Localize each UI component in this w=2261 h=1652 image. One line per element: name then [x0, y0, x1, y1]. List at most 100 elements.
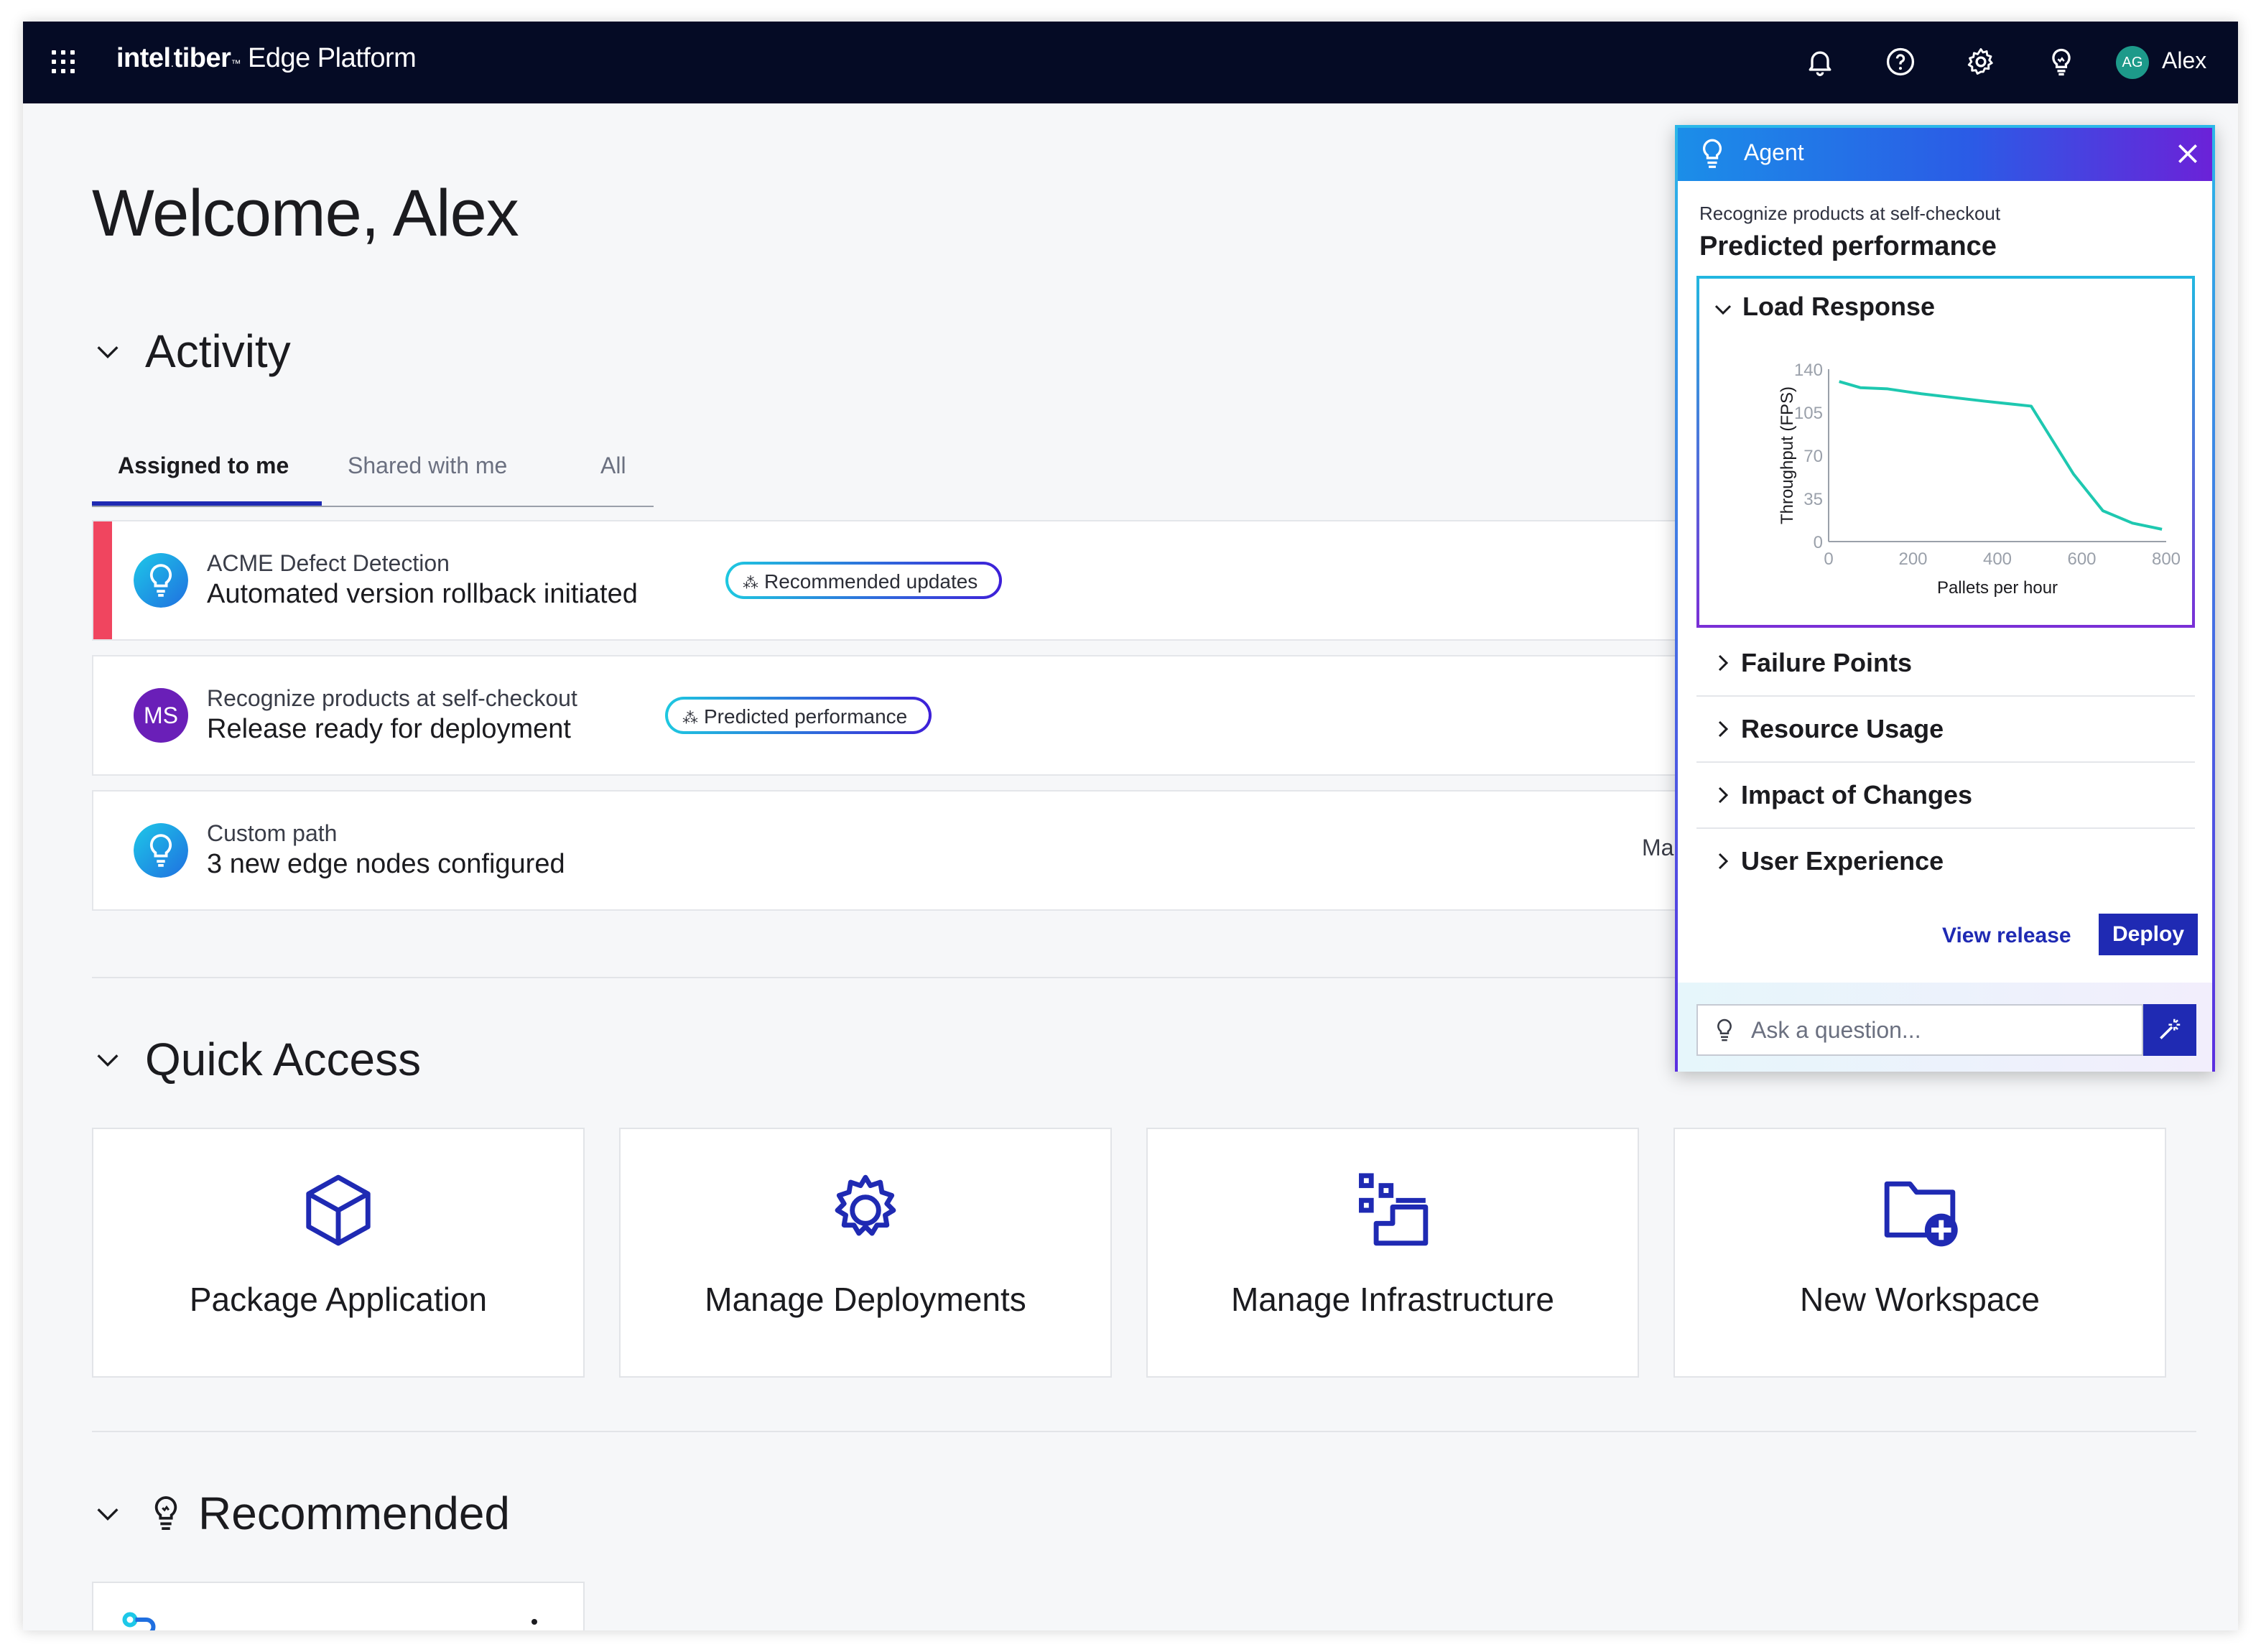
row-title: Release ready for deployment: [207, 714, 571, 744]
row-title: Automated version rollback initiated: [207, 579, 638, 609]
y-axis-label: Throughput (FPS): [1778, 386, 1797, 524]
agent-bulb-icon: [134, 553, 188, 608]
accordion-label: Impact of Changes: [1741, 780, 1973, 809]
activity-row[interactable]: MS Recognize products at self-checkout R…: [92, 655, 1744, 776]
deploy-button[interactable]: Deploy: [2099, 914, 2198, 955]
lightbulb-icon[interactable]: [2046, 46, 2077, 78]
recommended-section-title[interactable]: Recommended: [198, 1487, 510, 1540]
infrastructure-icon: [1359, 1173, 1429, 1246]
load-response-panel: Load Response 0 35 70 105 140 0 200 400 600 800 Pa…: [1696, 276, 2195, 628]
agent-context: Recognize products at self-checkout: [1699, 203, 2001, 224]
user-avatar[interactable]: AG: [2116, 46, 2149, 79]
chevron-down-icon[interactable]: [93, 1500, 122, 1528]
activity-row[interactable]: ACME Defect Detection Automated version …: [92, 520, 1744, 641]
row-subtitle: Recognize products at self-checkout: [207, 685, 577, 711]
cube-icon: [306, 1174, 371, 1246]
help-icon[interactable]: [1885, 46, 1916, 78]
y-tick-label: 140: [1794, 361, 1823, 380]
section-divider: [92, 1431, 2196, 1432]
chevron-right-icon: [1718, 654, 1729, 672]
brand-logo[interactable]: intel.tiber™ Edge Platform: [116, 43, 417, 74]
x-tick-label: 400: [1983, 549, 2012, 569]
activity-section-title[interactable]: Activity: [145, 325, 291, 378]
view-release-link[interactable]: View release: [1942, 924, 2071, 948]
accordion-label: Resource Usage: [1741, 714, 1944, 743]
accordion-resource-usage[interactable]: Resource Usage: [1696, 697, 2195, 763]
row-meta: Ma: [1642, 835, 1674, 860]
new-workspace-card[interactable]: New Workspace: [1673, 1128, 2166, 1378]
lightbulb-icon: [154, 1496, 177, 1531]
alert-flag: [93, 521, 112, 639]
row-subtitle: ACME Defect Detection: [207, 550, 450, 576]
activity-row[interactable]: Custom path 3 new edge nodes configured …: [92, 790, 1744, 911]
y-tick-label: 35: [1803, 490, 1823, 509]
card-label: New Workspace: [1799, 1281, 2041, 1318]
user-name[interactable]: Alex: [2162, 47, 2206, 74]
series-line: [1839, 380, 2163, 531]
gear-icon: [835, 1174, 896, 1236]
agent-bulb-icon: [134, 823, 188, 878]
magic-wand-icon: ⁂: [743, 574, 758, 592]
card-label: Package Application: [189, 1281, 488, 1318]
lightbulb-icon: [1702, 139, 1722, 168]
tab-shared-with-me[interactable]: Shared with me: [348, 453, 507, 479]
y-tick-label: 0: [1814, 533, 1823, 552]
x-tick-label: 0: [1824, 549, 1833, 569]
activity-tabs: Assigned to me Shared with me All: [92, 438, 654, 507]
package-application-card[interactable]: Package Application: [92, 1128, 585, 1378]
active-tab-indicator: [92, 501, 322, 506]
gear-icon[interactable]: [1965, 46, 1997, 78]
accordion-impact-of-changes[interactable]: Impact of Changes: [1696, 763, 2195, 829]
chevron-right-icon: [1718, 720, 1729, 738]
chevron-down-icon[interactable]: [93, 338, 122, 366]
top-bar: intel.tiber™ Edge Platform AG Alex: [23, 22, 2238, 103]
more-options-icon[interactable]: [531, 1619, 537, 1625]
send-button[interactable]: [2143, 1004, 2196, 1056]
path-icon: [122, 1612, 156, 1630]
folder-plus-icon: [1884, 1181, 1958, 1247]
bell-icon[interactable]: [1804, 46, 1836, 78]
agent-heading: Predicted performance: [1699, 231, 1997, 261]
row-subtitle: Custom path: [207, 820, 338, 846]
accordion-label: Failure Points: [1741, 648, 1913, 677]
x-tick-label: 200: [1898, 549, 1927, 569]
predicted-performance-pill[interactable]: ⁂ Predicted performance: [665, 697, 932, 734]
recommended-card[interactable]: [92, 1582, 585, 1630]
y-tick-label: 70: [1803, 447, 1823, 466]
chevron-down-icon[interactable]: [93, 1046, 122, 1075]
magic-wand-icon: ⁂: [682, 709, 698, 727]
chevron-down-icon[interactable]: [1712, 299, 1734, 320]
quick-access-section-title[interactable]: Quick Access: [145, 1033, 421, 1086]
agent-header: Agent: [1678, 128, 2212, 181]
manage-infrastructure-card[interactable]: Manage Infrastructure: [1146, 1128, 1639, 1378]
avatar: MS: [134, 688, 188, 743]
tab-all[interactable]: All: [600, 453, 626, 479]
accordion-failure-points[interactable]: Failure Points: [1696, 631, 2195, 697]
card-label: Manage Deployments: [705, 1281, 1026, 1318]
chevron-right-icon: [1718, 853, 1729, 870]
magic-wand-icon: [2160, 1018, 2181, 1039]
ask-input[interactable]: Ask a question...: [1696, 1004, 2143, 1056]
accordion-label: User Experience: [1741, 846, 1944, 876]
app-launcher-icon[interactable]: [52, 50, 75, 73]
x-axis-label: Pallets per hour: [1937, 578, 2058, 598]
x-tick-label: 800: [2152, 549, 2181, 569]
y-tick-label: 105: [1794, 404, 1823, 423]
load-response-chart: 0 35 70 105 140 0 200 400 600 800 Pallets per hour…: [1778, 361, 2181, 598]
x-tick-label: 600: [2067, 549, 2096, 569]
accordion-user-experience[interactable]: User Experience: [1696, 829, 2195, 895]
load-response-title[interactable]: Load Response: [1742, 292, 1935, 322]
recommended-updates-pill[interactable]: ⁂ Recommended updates: [725, 562, 1002, 599]
lightbulb-icon: [1717, 1018, 1732, 1041]
ask-placeholder: Ask a question...: [1751, 1017, 1921, 1043]
ask-area: Ask a question...: [1678, 983, 2212, 1072]
row-title: 3 new edge nodes configured: [207, 849, 565, 879]
agent-title: Agent: [1744, 139, 1804, 165]
close-icon[interactable]: [2173, 139, 2202, 168]
card-label: Manage Infrastructure: [1230, 1281, 1554, 1318]
agent-panel: Agent Recognize products at self-checkou…: [1675, 125, 2215, 1072]
page-title: Welcome, Alex: [92, 177, 519, 250]
tab-assigned-to-me[interactable]: Assigned to me: [118, 453, 289, 479]
manage-deployments-card[interactable]: Manage Deployments: [619, 1128, 1112, 1378]
app-frame: intel.tiber™ Edge Platform AG Alex Welco…: [23, 22, 2238, 1630]
